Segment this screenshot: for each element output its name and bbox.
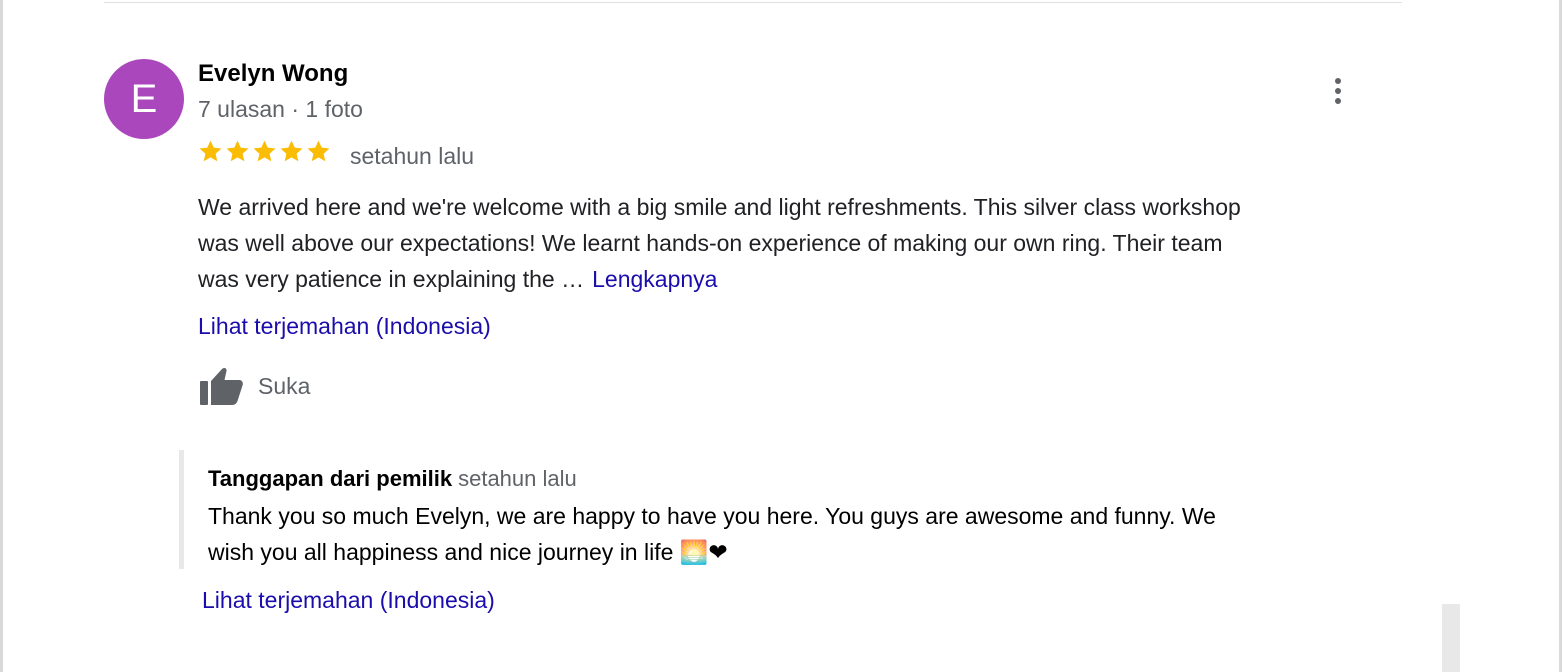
window-left-edge xyxy=(0,0,3,672)
review-text-line: was well above our expectations! We lear… xyxy=(198,230,1223,256)
review-text-fragment: was very patience in explaining the … xyxy=(198,266,585,292)
top-divider xyxy=(104,2,1402,3)
like-label: Suka xyxy=(258,372,311,399)
owner-response-header: Tanggapan dari pemilik setahun lalu xyxy=(208,466,577,492)
owner-response-border xyxy=(179,450,184,569)
thumb-up-icon xyxy=(200,367,243,405)
review-page: E Evelyn Wong 7 ulasan · 1 foto setahun … xyxy=(0,0,1562,672)
review-translate-link[interactable]: Lihat terjemahan (Indonesia) xyxy=(198,313,491,340)
owner-translate-link[interactable]: Lihat terjemahan (Indonesia) xyxy=(202,587,495,614)
star-icon xyxy=(307,140,330,162)
scrollbar-thumb[interactable] xyxy=(1442,604,1460,672)
owner-response-text-line: wish you all happiness and nice journey … xyxy=(208,539,728,565)
reviewer-name[interactable]: Evelyn Wong xyxy=(198,60,348,88)
review-text-line: was very patience in explaining the … Len… xyxy=(198,261,1408,297)
star-icon xyxy=(280,140,303,162)
star-icon xyxy=(253,140,276,162)
star-icon xyxy=(199,140,222,162)
owner-response-time: setahun lalu xyxy=(458,466,577,491)
more-vert-icon-dot xyxy=(1335,88,1341,94)
review-text: We arrived here and we're welcome with a… xyxy=(198,189,1408,297)
avatar[interactable]: E xyxy=(104,59,184,139)
more-options-button[interactable] xyxy=(1322,74,1354,108)
read-more-link[interactable]: Lengkapnya xyxy=(592,266,717,292)
more-vert-icon-dot xyxy=(1335,78,1341,84)
more-vert-icon-dot xyxy=(1335,98,1341,104)
like-button[interactable]: Suka xyxy=(198,364,310,408)
review-time: setahun lalu xyxy=(350,143,475,169)
owner-response-text-line: Thank you so much Evelyn, we are happy t… xyxy=(208,503,1216,529)
star-rating xyxy=(198,139,331,164)
owner-response-text: Thank you so much Evelyn, we are happy t… xyxy=(208,498,1408,570)
reviewer-meta: 7 ulasan · 1 foto xyxy=(198,96,363,122)
star-icon xyxy=(226,140,249,162)
owner-response-title: Tanggapan dari pemilik xyxy=(208,466,453,491)
review-text-line: We arrived here and we're welcome with a… xyxy=(198,194,1241,220)
